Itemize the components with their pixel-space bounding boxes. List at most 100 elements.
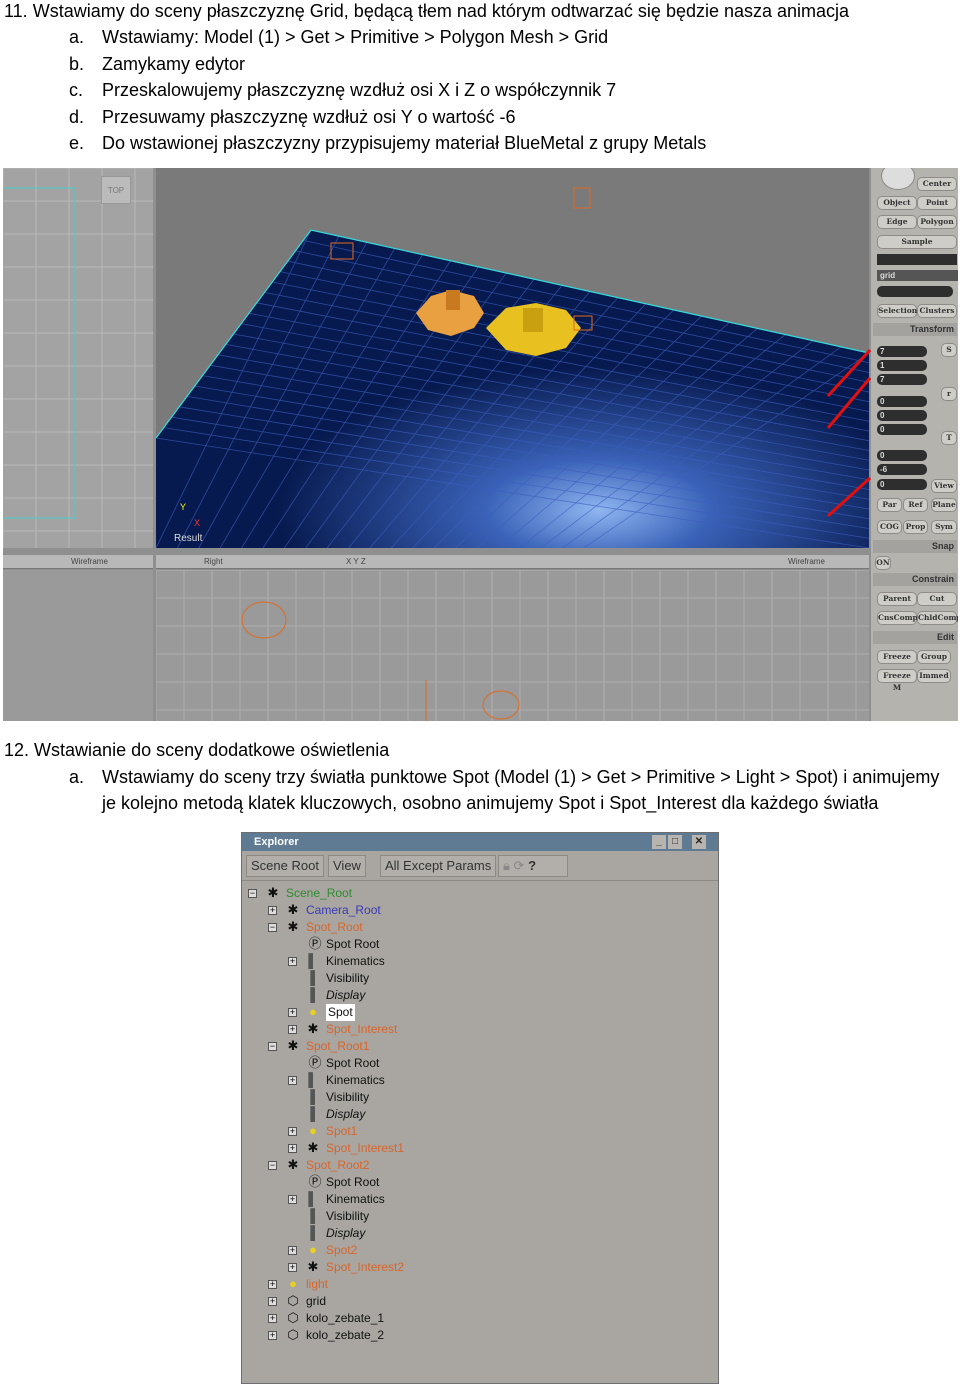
sym-button[interactable]: Sym	[931, 520, 957, 534]
parent-button[interactable]: Parent	[877, 592, 917, 606]
explorer-titlebar[interactable]: Explorer _ □ ✕	[242, 833, 718, 851]
prop-button[interactable]: Prop	[903, 520, 928, 534]
polygon-button[interactable]: Polygon	[917, 215, 957, 229]
tree-item[interactable]: + ● Spot1	[242, 1123, 712, 1140]
object-button[interactable]: Object	[877, 196, 917, 210]
tree-item[interactable]: + ✱ Spot_Interest2	[242, 1259, 712, 1276]
view-selector[interactable]: Right	[204, 555, 223, 569]
expand-icon[interactable]: +	[268, 1331, 277, 1340]
selection-button[interactable]: Selection	[877, 304, 917, 318]
expand-icon[interactable]: +	[288, 1008, 297, 1017]
scale-z-field[interactable]: 7	[877, 374, 927, 385]
right-viewport[interactable]	[156, 570, 869, 721]
tree-item[interactable]: + ⬡ kolo_zebate_1	[242, 1310, 712, 1327]
lock-icon[interactable]: 🔒︎	[503, 858, 510, 873]
left-viewport-bar[interactable]: Wireframe	[3, 555, 153, 569]
freeze-m-button[interactable]: Freeze M	[877, 669, 917, 692]
tree-item[interactable]: Ⓟ Spot Root	[242, 1174, 712, 1191]
tree-item[interactable]: ▌ Display	[242, 1106, 712, 1123]
snap-on-button[interactable]: ON	[875, 556, 891, 570]
maximize-button[interactable]: □	[668, 835, 682, 849]
tree-item[interactable]: + ▌ Kinematics	[242, 1072, 712, 1089]
translate-x-field[interactable]: 0	[877, 450, 927, 461]
tree-item[interactable]: + ▌ Kinematics	[242, 1191, 712, 1208]
tree-item[interactable]: ▌ Visibility	[242, 1208, 712, 1225]
collapse-icon[interactable]: −	[268, 1161, 277, 1170]
ref-button[interactable]: Ref	[903, 498, 928, 512]
translate-y-field[interactable]: -6	[877, 464, 927, 475]
clusters-button[interactable]: Clusters	[917, 304, 957, 318]
expand-icon[interactable]: +	[268, 1280, 277, 1289]
rotate-y-field[interactable]: 0	[877, 410, 927, 421]
front-viewport[interactable]	[3, 570, 153, 721]
expand-icon[interactable]: +	[288, 1246, 297, 1255]
view-dropdown[interactable]: View	[328, 855, 366, 877]
edit-header[interactable]: Edit	[873, 631, 957, 644]
tree-item[interactable]: + ● Spot2	[242, 1242, 712, 1259]
tree-item[interactable]: Ⓟ Spot Root	[242, 1055, 712, 1072]
tree-item[interactable]: + ✱ Spot_Interest1	[242, 1140, 712, 1157]
tree-item[interactable]: − ✱ Spot_Root2	[242, 1157, 712, 1174]
expand-icon[interactable]: +	[288, 1195, 297, 1204]
help-icon[interactable]: ?	[528, 858, 536, 873]
collapse-icon[interactable]: −	[268, 1042, 277, 1051]
close-button[interactable]: ✕	[692, 835, 706, 849]
cog-button[interactable]: COG	[877, 520, 902, 534]
center-button[interactable]: Center	[917, 177, 957, 191]
scale-y-field[interactable]: 1	[877, 360, 927, 371]
expand-icon[interactable]: +	[268, 906, 277, 915]
expand-icon[interactable]: +	[288, 957, 297, 966]
minimize-button[interactable]: _	[652, 835, 666, 849]
scope-dropdown[interactable]: Scene Root	[246, 855, 324, 877]
point-button[interactable]: Point	[917, 196, 957, 210]
expand-icon[interactable]: +	[288, 1144, 297, 1153]
view-button[interactable]: View	[931, 479, 957, 493]
expand-icon[interactable]: +	[288, 1263, 297, 1272]
cut-button[interactable]: Cut	[917, 592, 957, 606]
transform-header[interactable]: Transform	[873, 323, 957, 336]
freeze-button[interactable]: Freeze	[877, 650, 917, 664]
chldcomp-button[interactable]: ChldComp	[917, 611, 958, 625]
axes-toggle[interactable]: X Y Z	[346, 555, 366, 569]
right-viewport-bar[interactable]: Right X Y Z Wireframe	[156, 555, 869, 569]
tree-item[interactable]: ▌ Visibility	[242, 970, 712, 987]
group-button[interactable]: Group	[917, 650, 951, 664]
name-field[interactable]	[877, 286, 953, 297]
tree-item[interactable]: − ✱ Spot_Root1	[242, 1038, 712, 1055]
rotate-button[interactable]: r	[941, 387, 957, 401]
expand-icon[interactable]: +	[288, 1076, 297, 1085]
scale-x-field[interactable]: 7	[877, 346, 927, 357]
selected-object-field[interactable]: grid	[877, 270, 958, 281]
collapse-icon[interactable]: −	[268, 923, 277, 932]
tree-item[interactable]: − ✱ Scene_Root	[242, 885, 712, 902]
selection-field[interactable]	[877, 254, 957, 265]
collapse-icon[interactable]: −	[248, 889, 257, 898]
expand-icon[interactable]: +	[288, 1025, 297, 1034]
refresh-icon[interactable]: ⟳	[514, 858, 525, 873]
plane-button[interactable]: Plane	[931, 498, 957, 512]
rotate-x-field[interactable]: 0	[877, 396, 927, 407]
tree-item[interactable]: + ⬡ grid	[242, 1293, 712, 1310]
tree-item[interactable]: − ✱ Spot_Root	[242, 919, 712, 936]
tree-item[interactable]: + ▌ Kinematics	[242, 953, 712, 970]
immed-button[interactable]: Immed	[917, 669, 951, 683]
display-mode[interactable]: Wireframe	[788, 555, 825, 569]
translate-button[interactable]: T	[941, 431, 957, 445]
select-arrow-icon[interactable]	[881, 168, 915, 190]
tree-item[interactable]: Ⓟ Spot Root	[242, 936, 712, 953]
par-button[interactable]: Par	[877, 498, 902, 512]
translate-z-field[interactable]: 0	[877, 479, 927, 490]
perspective-viewport[interactable]: Result Y X	[156, 168, 869, 548]
expand-icon[interactable]: +	[268, 1297, 277, 1306]
edge-button[interactable]: Edge	[877, 215, 917, 229]
tree-item[interactable]: + ⬡ kolo_zebate_2	[242, 1327, 712, 1344]
tree-item[interactable]: ▌ Display	[242, 987, 712, 1004]
top-view-cube[interactable]: TOP	[101, 176, 131, 204]
top-viewport[interactable]: TOP	[3, 168, 153, 548]
expand-icon[interactable]: +	[288, 1127, 297, 1136]
tree-item[interactable]: + ● Spot	[242, 1004, 712, 1021]
scale-button[interactable]: S	[941, 343, 957, 357]
cnscomp-button[interactable]: CnsComp	[877, 611, 918, 625]
filter-dropdown[interactable]: All Except Params	[380, 855, 497, 877]
rotate-z-field[interactable]: 0	[877, 424, 927, 435]
